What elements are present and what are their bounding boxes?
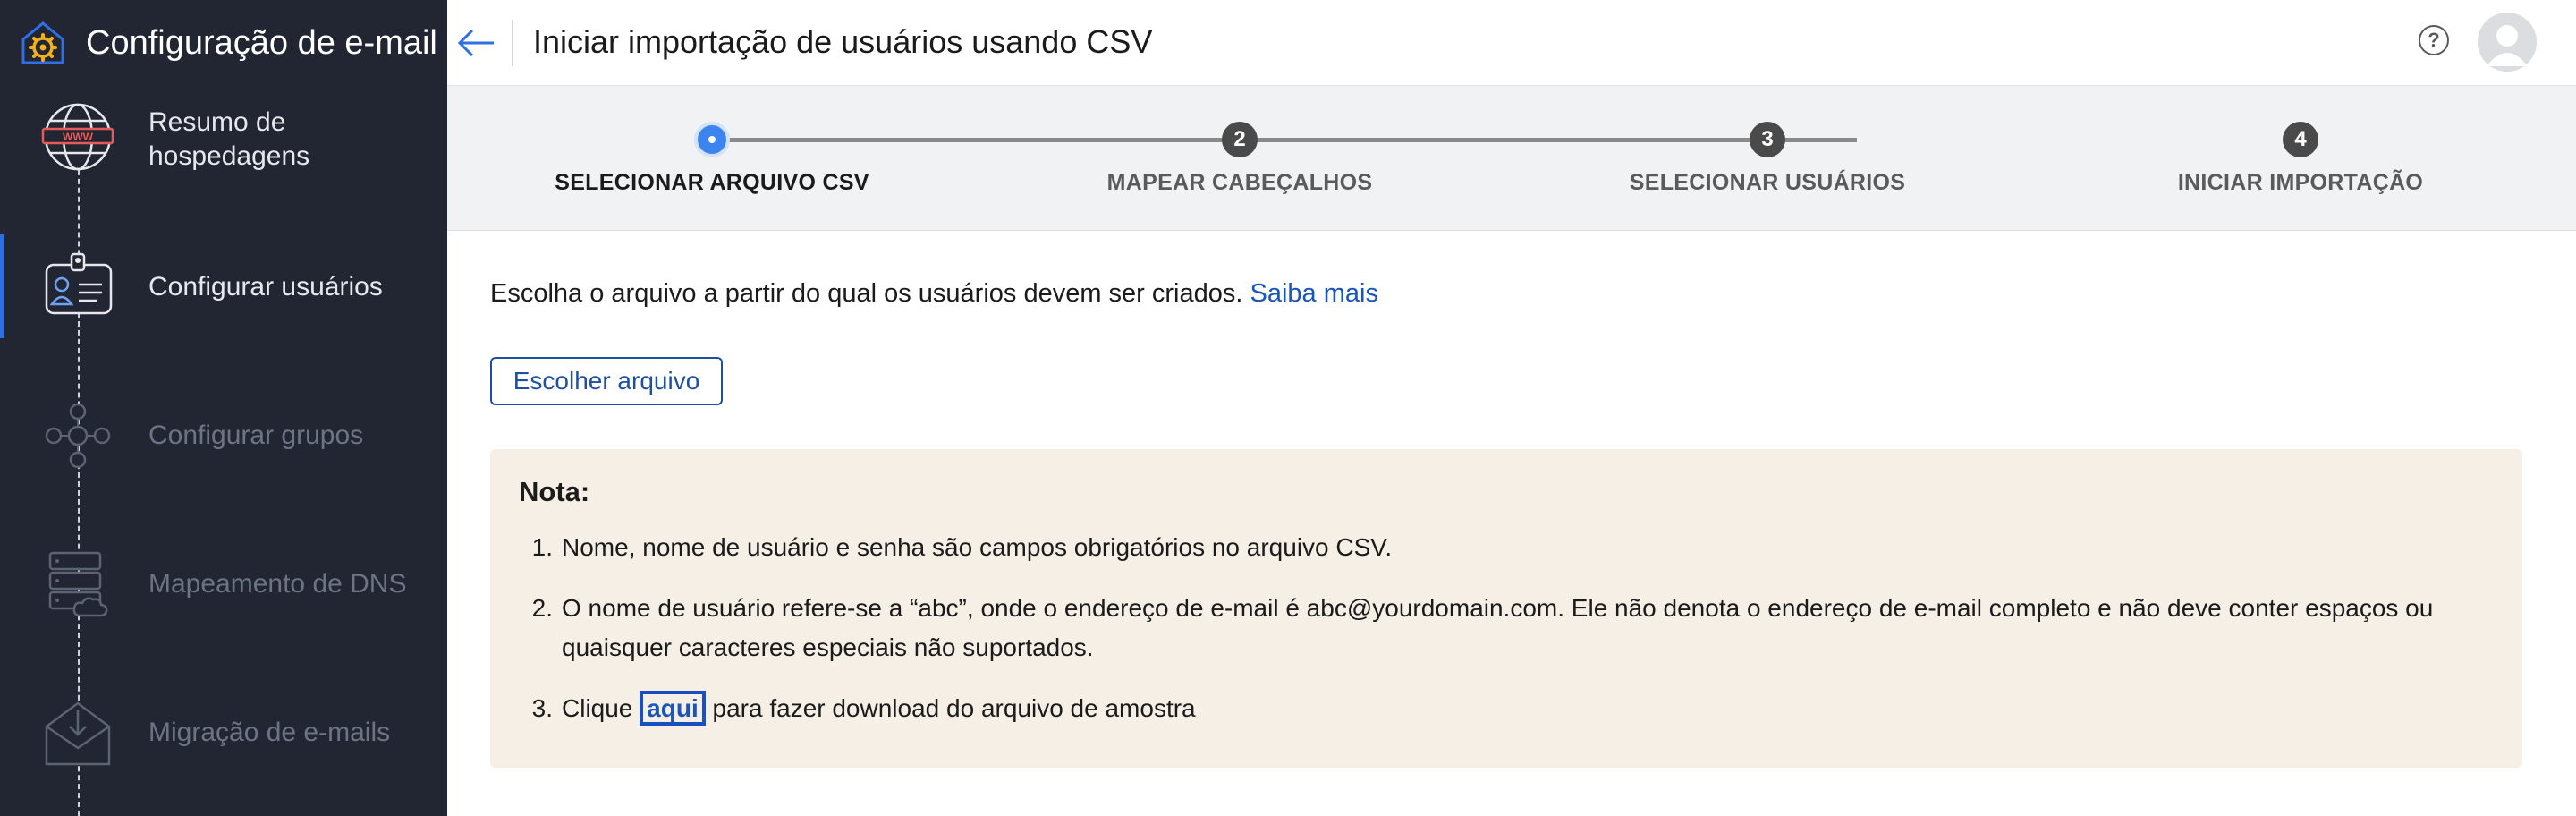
note-click-prefix: Clique (562, 694, 633, 722)
learn-more-link[interactable]: Saiba mais (1250, 279, 1378, 308)
active-indicator (0, 234, 4, 338)
note-item-text: Nome, nome de usuário e senha são campos… (562, 533, 1393, 561)
app-title: Configuração de e-mail (86, 23, 437, 62)
top-bar: Iniciar importação de usuários usando CS… (447, 0, 2576, 86)
gear-house-logo-icon (21, 21, 64, 64)
step-3-label: SELECIONAR USUÁRIOS (1629, 170, 1906, 195)
user-avatar-icon (2478, 13, 2537, 72)
intro-text: Escolha o arquivo a partir do qual os us… (490, 279, 1378, 309)
step-1-indicator (694, 122, 730, 157)
import-stepper: SELECIONAR ARQUIVO CSV 2 MAPEAR CABEÇALH… (447, 86, 2576, 231)
arrow-left-icon[interactable] (453, 20, 499, 66)
note-item: 3. Clique aqui para fazer download do arq… (519, 689, 2458, 728)
step-4-indicator: 4 (2283, 122, 2318, 157)
svg-text:WWW: WWW (63, 131, 94, 143)
note-item-number: 1. (531, 533, 553, 561)
note-box: Nota: 1. Nome, nome de usuário e senha sã… (490, 449, 2522, 768)
note-item-number: 3. (531, 694, 553, 722)
dns-server-cloud-icon (48, 551, 108, 617)
sidebar: Configuração de e-mail WWW Resumo de hos… (0, 0, 447, 816)
help-circle-icon[interactable]: ? (2419, 25, 2449, 55)
step-2-indicator: 2 (1222, 122, 1258, 157)
avatar[interactable] (2478, 13, 2537, 72)
divider (512, 20, 513, 66)
note-item-text: O nome de usuário refere-se a “abc”, ond… (562, 594, 2434, 661)
note-item: 1. Nome, nome de usuário e senha são camp… (519, 528, 2458, 567)
globe-www-icon: WWW (41, 103, 114, 171)
step-3-indicator: 3 (1750, 122, 1785, 157)
step-4-label: INICIAR IMPORTAÇÃO (2177, 170, 2424, 195)
note-title: Nota: (519, 476, 590, 507)
page-title: Iniciar importação de usuários usando CS… (533, 23, 1153, 60)
note-item-number: 2. (531, 594, 553, 622)
user-id-card-icon (45, 252, 113, 315)
stepper-track (712, 138, 1857, 142)
download-sample-link[interactable]: aqui (640, 691, 706, 726)
intro-message: Escolha o arquivo a partir do qual os us… (490, 279, 1243, 308)
sidebar-item-label: Migração de e-mails (148, 718, 391, 747)
note-item: 2. O nome de usuário refere-se a “abc”, o… (519, 589, 2458, 667)
sidebar-header: Configuração de e-mail (0, 0, 447, 86)
sidebar-item-label: Mapeamento de DNS (148, 569, 407, 599)
choose-file-button[interactable]: Escolher arquivo (490, 357, 723, 405)
sidebar-item-label: Configurar usuários (148, 272, 383, 302)
sidebar-item-label: Resumo de hospedagens (148, 107, 310, 171)
envelope-download-icon (45, 701, 111, 766)
note-item-text: Clique aqui para fazer download do arqui… (562, 689, 2458, 728)
group-network-icon (45, 403, 111, 469)
step-2-label: MAPEAR CABEÇALHOS (1106, 170, 1373, 195)
sidebar-item-label: Configurar grupos (148, 421, 364, 450)
step-1-label: SELECIONAR ARQUIVO CSV (555, 170, 869, 195)
note-click-suffix: para fazer download do arquivo de amostr… (712, 694, 1196, 722)
